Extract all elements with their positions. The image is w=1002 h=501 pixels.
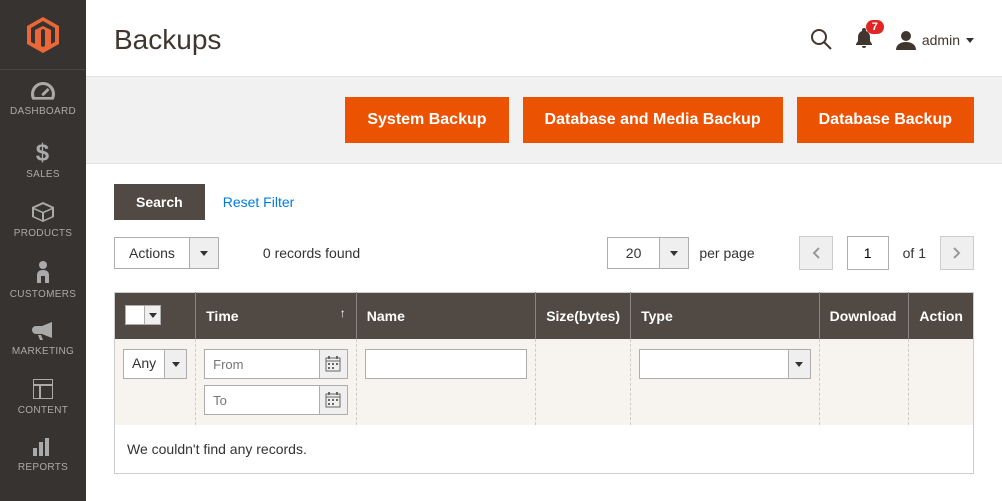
column-header-action[interactable]: Action [909, 293, 974, 340]
records-count: 0 records found [263, 245, 360, 261]
search-icon [810, 28, 832, 50]
page-title: Backups [114, 24, 221, 56]
select-all-checkbox[interactable] [125, 305, 161, 325]
empty-row: We couldn't find any records. [115, 425, 974, 474]
chevron-down-icon [189, 238, 218, 268]
system-backup-button[interactable]: System Backup [345, 97, 508, 143]
chevron-down-icon [788, 350, 810, 378]
notifications-button[interactable]: 7 [854, 28, 874, 53]
sidebar-item-label: PRODUCTS [4, 228, 82, 239]
search-filter-button[interactable]: Search [114, 184, 205, 220]
page-of-label: of 1 [903, 245, 926, 261]
person-icon [36, 261, 50, 283]
hexagon-m-icon [25, 17, 61, 53]
calendar-icon[interactable] [319, 350, 347, 378]
sidebar-item-products[interactable]: PRODUCTS [0, 190, 86, 249]
layout-icon [33, 379, 53, 399]
grid-toolbar: Actions 0 records found 20 per page of 1 [86, 220, 1002, 280]
chevron-down-icon [966, 38, 974, 43]
chevron-down-icon [164, 350, 186, 378]
user-menu[interactable]: admin [896, 30, 974, 50]
sidebar-item-label: DASHBOARD [4, 106, 82, 117]
grid-container: Time ↑ Name Size(bytes) Type Download Ac… [86, 280, 1002, 474]
per-page-dropdown[interactable]: 20 [607, 237, 690, 269]
column-header-type[interactable]: Type [631, 293, 819, 340]
top-actions: 7 admin [810, 28, 974, 53]
sidebar-item-sales[interactable]: $ SALES [0, 127, 86, 190]
column-header-name[interactable]: Name [356, 293, 535, 340]
db-backup-button[interactable]: Database Backup [797, 97, 974, 143]
next-page-button[interactable] [940, 236, 974, 270]
chevron-right-icon [953, 247, 961, 259]
bar-chart-icon [33, 438, 53, 456]
per-page-selector: 20 per page [607, 237, 755, 269]
calendar-icon[interactable] [319, 386, 347, 414]
sidebar-item-label: CUSTOMERS [4, 289, 82, 300]
page-input[interactable] [847, 236, 889, 270]
name-filter-input[interactable] [365, 349, 527, 379]
dollar-icon: $ [34, 139, 52, 163]
filter-cell-download [819, 339, 909, 425]
filter-row: Search Reset Filter [86, 164, 1002, 220]
sidebar-item-reports[interactable]: REPORTS [0, 426, 86, 483]
sidebar-item-label: CONTENT [4, 405, 82, 416]
sidebar-item-label: REPORTS [4, 462, 82, 473]
sidebar-item-customers[interactable]: CUSTOMERS [0, 249, 86, 310]
chevron-down-icon [659, 238, 688, 268]
prev-page-button[interactable] [799, 236, 833, 270]
sidebar-item-dashboard[interactable]: DASHBOARD [0, 70, 86, 127]
filter-cell-time [196, 339, 357, 425]
user-name: admin [922, 32, 960, 48]
backups-grid: Time ↑ Name Size(bytes) Type Download Ac… [114, 292, 974, 474]
sort-asc-icon: ↑ [340, 306, 346, 320]
per-page-label: per page [699, 245, 754, 261]
search-button[interactable] [810, 28, 832, 53]
mass-actions-dropdown[interactable]: Actions [114, 237, 219, 269]
user-icon [896, 30, 916, 50]
filter-cell-size [536, 339, 631, 425]
sidebar: DASHBOARD $ SALES PRODUCTS CUSTOMERS MAR… [0, 0, 86, 501]
sidebar-item-marketing[interactable]: MARKETING [0, 310, 86, 367]
notification-badge: 7 [866, 20, 884, 34]
db-media-backup-button[interactable]: Database and Media Backup [523, 97, 783, 143]
topbar: Backups 7 admin [86, 0, 1002, 77]
svg-text:$: $ [36, 140, 50, 163]
megaphone-icon [32, 322, 54, 340]
sidebar-item-label: SALES [4, 169, 82, 180]
filter-cell-type [631, 339, 819, 425]
magento-logo[interactable] [0, 0, 86, 70]
column-header-time[interactable]: Time ↑ [196, 293, 357, 340]
select-filter-dropdown[interactable]: Any [123, 349, 187, 379]
sidebar-item-label: MARKETING [4, 346, 82, 357]
column-header-size[interactable]: Size(bytes) [536, 293, 631, 340]
chevron-left-icon [812, 247, 820, 259]
pager: of 1 [799, 236, 974, 270]
sidebar-item-content[interactable]: CONTENT [0, 367, 86, 426]
dashboard-icon [31, 82, 55, 100]
filter-cell-select: Any [115, 339, 196, 425]
mass-actions-label: Actions [115, 238, 189, 268]
filter-cell-name [356, 339, 535, 425]
column-header-select[interactable] [115, 293, 196, 340]
action-button-bar: System Backup Database and Media Backup … [86, 77, 1002, 164]
column-header-download[interactable]: Download [819, 293, 909, 340]
reset-filter-link[interactable]: Reset Filter [223, 194, 295, 210]
main-content: Backups 7 admin System Backup Database a… [86, 0, 1002, 474]
empty-message: We couldn't find any records. [115, 425, 974, 474]
box-icon [32, 202, 54, 222]
type-filter-dropdown[interactable] [639, 349, 810, 379]
filter-row-cells: Any [115, 339, 974, 425]
filter-cell-action [909, 339, 974, 425]
